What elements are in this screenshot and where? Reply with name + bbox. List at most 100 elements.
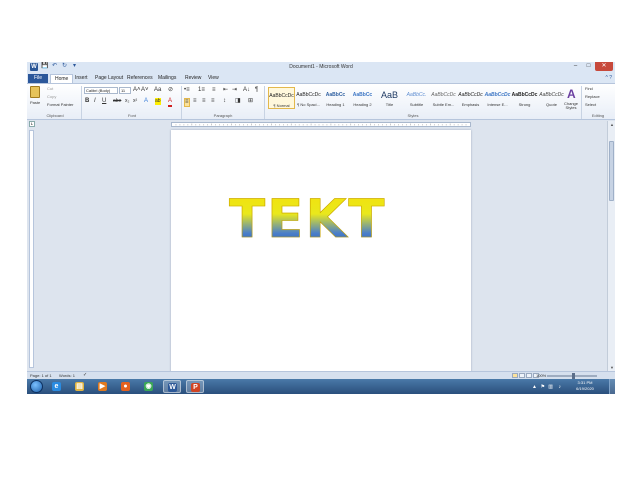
taskbar-item-word[interactable]: W: [163, 380, 181, 393]
sort-icon[interactable]: A↓: [243, 87, 250, 94]
network-icon[interactable]: ▥: [548, 384, 553, 390]
increase-indent-icon[interactable]: ⇥: [232, 87, 237, 94]
shrink-font-icon[interactable]: A˅: [141, 87, 149, 94]
minimize-button[interactable]: –: [569, 62, 582, 71]
ribbon-home: Paste Cut Copy Format Painter Clipboard …: [27, 83, 615, 120]
start-button[interactable]: [30, 380, 43, 393]
paste-icon[interactable]: [30, 86, 40, 98]
line-spacing-icon[interactable]: ↕: [223, 98, 226, 105]
style-item[interactable]: AaBbCcDc Intense E...: [484, 87, 511, 109]
tray-expand-icon[interactable]: ▲: [532, 384, 537, 390]
clear-formatting-icon[interactable]: ⊘: [168, 87, 173, 94]
show-formatting-icon[interactable]: ¶: [255, 87, 258, 94]
align-left-button[interactable]: ≡: [184, 98, 190, 107]
vertical-ruler[interactable]: [29, 130, 34, 368]
format-painter-button[interactable]: Format Painter: [47, 102, 73, 107]
change-styles-button[interactable]: Change Styles: [563, 102, 579, 110]
style-item[interactable]: AaBbCcDc ¶ Normal: [268, 87, 295, 109]
underline-button[interactable]: U: [102, 98, 106, 105]
tab-review[interactable]: Review: [181, 74, 205, 83]
paste-button[interactable]: Paste: [30, 100, 40, 105]
style-preview: AaBbCcDc: [269, 93, 294, 99]
scroll-thumb[interactable]: [609, 141, 614, 201]
grow-font-icon[interactable]: A˄: [133, 87, 141, 94]
strikethrough-button[interactable]: abe: [113, 98, 121, 105]
superscript-button[interactable]: x²: [133, 98, 137, 105]
style-item[interactable]: AaB Title: [376, 87, 403, 109]
maximize-button[interactable]: □: [582, 62, 595, 71]
replace-button[interactable]: Replace: [585, 94, 600, 99]
proofing-icon[interactable]: ✓: [83, 372, 87, 379]
style-item[interactable]: AaBbCc. Subtitle: [403, 87, 430, 109]
scroll-up-icon[interactable]: ▲: [608, 121, 615, 128]
word-count[interactable]: Words: 1: [59, 373, 75, 378]
tab-home[interactable]: Home: [50, 74, 74, 83]
ruler-toggle-button[interactable]: L: [29, 121, 35, 127]
cut-button[interactable]: Cut: [47, 86, 53, 91]
zoom-level[interactable]: 100%: [536, 373, 546, 378]
find-button[interactable]: Find: [585, 86, 593, 91]
highlight-icon[interactable]: ab: [155, 98, 161, 105]
tab-view[interactable]: View: [204, 74, 223, 83]
clock-date[interactable]: 6/19/2020: [572, 386, 598, 391]
style-item[interactable]: AaBbCcDc Strong: [511, 87, 538, 109]
style-name: Heading 2: [353, 102, 372, 107]
shading-icon[interactable]: ◨: [235, 98, 241, 105]
taskbar-item-media-player[interactable]: ▶: [94, 380, 112, 393]
style-item[interactable]: AaBbCcDc Quote: [538, 87, 565, 109]
font-color-icon[interactable]: A: [168, 98, 173, 107]
font-size-dropdown[interactable]: 11: [119, 87, 131, 94]
multilevel-list-icon[interactable]: ≡: [212, 87, 216, 94]
taskbar-item-ie[interactable]: e: [48, 380, 66, 393]
tab-file[interactable]: File: [28, 74, 48, 83]
clock-time[interactable]: 3:31 PM: [572, 380, 598, 385]
taskbar-item-chrome[interactable]: ◉: [140, 380, 158, 393]
style-preview: AaBbCcDc: [296, 92, 321, 98]
borders-icon[interactable]: ⊞: [248, 98, 253, 105]
justify-button[interactable]: ≡: [211, 98, 215, 105]
style-item[interactable]: AaBbCcDc Emphasis: [457, 87, 484, 109]
page-count[interactable]: Page: 1 of 1: [30, 373, 52, 378]
scroll-down-icon[interactable]: ▼: [608, 364, 615, 371]
taskbar-item-powerpoint[interactable]: P: [186, 380, 204, 393]
help-icon[interactable]: ^ ?: [605, 75, 612, 81]
style-item[interactable]: AaBbCc Heading 2: [349, 87, 376, 109]
tab-references[interactable]: References: [123, 74, 157, 83]
style-item[interactable]: AaBbCc Heading 1: [322, 87, 349, 109]
horizontal-ruler[interactable]: [171, 122, 471, 127]
taskbar-item-explorer[interactable]: ▤: [71, 380, 89, 393]
close-button[interactable]: ✕: [595, 62, 613, 71]
tab-page-layout[interactable]: Page Layout: [91, 74, 127, 83]
select-button[interactable]: Select: [585, 102, 596, 107]
document-page[interactable]: TEKT: [171, 130, 471, 375]
show-desktop-button[interactable]: [609, 379, 615, 394]
font-name-dropdown[interactable]: Calibri (Body): [84, 87, 118, 94]
volume-icon[interactable]: ♪: [559, 384, 562, 390]
align-right-button[interactable]: ≡: [202, 98, 206, 105]
zoom-slider[interactable]: [547, 373, 597, 379]
bold-button[interactable]: B: [85, 98, 89, 105]
text-effects-icon[interactable]: A: [144, 98, 148, 105]
style-name: Intense E...: [487, 102, 508, 107]
vertical-scrollbar[interactable]: ▲ ▼: [607, 121, 615, 371]
change-styles-icon[interactable]: A: [567, 87, 576, 101]
taskbar-item-firefox[interactable]: ●: [117, 380, 135, 393]
decrease-indent-icon[interactable]: ⇤: [223, 87, 228, 94]
numbering-icon[interactable]: 1≡: [198, 87, 205, 94]
style-item[interactable]: AaBbCcDc ¶ No Spaci...: [295, 87, 322, 109]
tab-insert[interactable]: Insert: [71, 74, 92, 83]
document-wordart-text[interactable]: TEKT: [229, 189, 387, 250]
flag-icon[interactable]: ⚑: [541, 384, 545, 390]
italic-button[interactable]: I: [94, 98, 96, 105]
print-layout-view-button[interactable]: [512, 373, 518, 378]
change-case-icon[interactable]: Aa: [154, 87, 161, 94]
style-name: Quote: [546, 102, 557, 107]
tab-mailings[interactable]: Mailings: [154, 74, 180, 83]
bullets-icon[interactable]: •≡: [184, 87, 190, 94]
copy-button[interactable]: Copy: [47, 94, 56, 99]
full-screen-view-button[interactable]: [519, 373, 525, 378]
web-layout-view-button[interactable]: [526, 373, 532, 378]
center-button[interactable]: ≡: [193, 98, 197, 105]
style-item[interactable]: AaBbCcDc Subtle Em...: [430, 87, 457, 109]
subscript-button[interactable]: x₂: [125, 98, 129, 105]
